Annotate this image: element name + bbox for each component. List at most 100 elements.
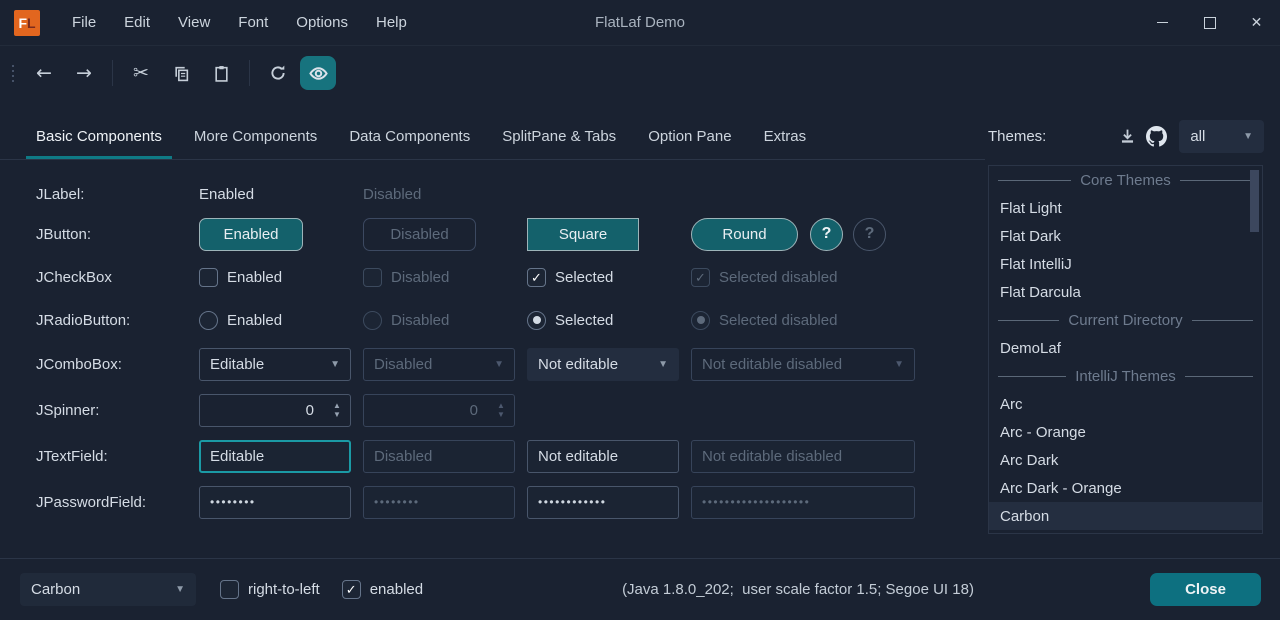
theme-item-arc-orange[interactable]: Arc - Orange (989, 418, 1262, 446)
enabled-checkbox[interactable]: enabled (342, 580, 423, 599)
jcheckbox-enabled[interactable]: Enabled (199, 268, 282, 287)
jcheckbox-selected[interactable]: Selected (527, 268, 613, 287)
menu-font[interactable]: Font (224, 0, 282, 45)
spinner-value: 0 (364, 395, 488, 426)
right-to-left-checkbox[interactable]: right-to-left (220, 580, 320, 599)
combo-value: Editable (210, 356, 264, 373)
spinner-down-icon[interactable]: ▼ (333, 411, 341, 419)
theme-item-carbon[interactable]: Carbon (989, 502, 1262, 530)
chevron-down-icon: ▼ (330, 359, 340, 370)
theme-filter-value: all (1190, 128, 1205, 145)
menu-edit[interactable]: Edit (110, 0, 164, 45)
theme-group-current-directory: Current Directory (989, 306, 1262, 334)
jtextfield-not-editable[interactable]: Not editable (527, 440, 679, 473)
jpasswordfield-disabled: •••••••• (363, 486, 515, 519)
row-label-jspinner: JSpinner: (36, 402, 199, 419)
download-themes-button[interactable] (1112, 121, 1141, 153)
row-label-jbutton: JButton: (36, 226, 199, 243)
jbutton-round[interactable]: Round (691, 218, 798, 251)
spinner-down-icon: ▼ (497, 411, 505, 419)
window-controls: ✕ (1139, 0, 1280, 45)
back-button[interactable]: ← (26, 56, 62, 90)
tab-splitpane-tabs[interactable]: SplitPane & Tabs (486, 113, 632, 159)
show-details-toggle[interactable] (300, 56, 336, 90)
question-mark-icon: ? (822, 225, 832, 243)
jcombobox-editable[interactable]: Editable ▼ (199, 348, 351, 381)
menu-view[interactable]: View (164, 0, 224, 45)
app-logo-icon: FL (14, 10, 40, 36)
jradiobutton-disabled: Disabled (363, 311, 449, 330)
spinner-up-icon[interactable]: ▲ (333, 402, 341, 410)
theme-item-arc-dark[interactable]: Arc Dark (989, 446, 1262, 474)
logo-letter-l: L (27, 15, 36, 31)
checkbox-label: Enabled (227, 269, 282, 286)
jbutton-square[interactable]: Square (527, 218, 639, 251)
tab-data-components[interactable]: Data Components (333, 113, 486, 159)
theme-item-flat-intellij[interactable]: Flat IntelliJ (989, 250, 1262, 278)
tab-option-pane[interactable]: Option Pane (632, 113, 747, 159)
radio-selected-icon (691, 311, 710, 330)
combo-value: Not editable disabled (702, 356, 842, 373)
theme-item-flat-dark[interactable]: Flat Dark (989, 222, 1262, 250)
theme-group-intellij-themes: IntelliJ Themes (989, 362, 1262, 390)
menu-file[interactable]: File (58, 0, 110, 45)
row-label-jtextfield: JTextField: (36, 448, 199, 465)
theme-select-combobox[interactable]: Carbon ▼ (20, 573, 196, 606)
theme-item-demolaf[interactable]: DemoLaf (989, 334, 1262, 362)
row-label-jpasswordfield: JPasswordField: (36, 494, 199, 511)
checkbox-checked-icon (691, 268, 710, 287)
combo-value: Disabled (374, 356, 432, 373)
paste-button[interactable] (203, 56, 239, 90)
theme-item-arc[interactable]: Arc (989, 390, 1262, 418)
toolbar-separator (249, 60, 250, 86)
radio-label: Selected (555, 312, 613, 329)
question-mark-icon: ? (865, 225, 875, 243)
theme-filter-combobox[interactable]: all ▼ (1179, 120, 1264, 153)
forward-arrow-icon: → (76, 62, 92, 84)
chevron-down-icon: ▼ (1243, 131, 1253, 142)
tab-basic-components[interactable]: Basic Components (20, 113, 178, 159)
theme-item-flat-darcula[interactable]: Flat Darcula (989, 278, 1262, 306)
close-button-titlebar[interactable]: ✕ (1233, 0, 1280, 45)
jcombobox-not-editable[interactable]: Not editable▼ (527, 348, 679, 381)
checkbox-label: Selected (555, 269, 613, 286)
paste-icon (213, 65, 230, 82)
minimize-button[interactable] (1139, 0, 1186, 45)
menu-help[interactable]: Help (362, 0, 421, 45)
help-button[interactable]: ? (810, 218, 843, 251)
github-button[interactable] (1142, 121, 1171, 153)
forward-button[interactable]: → (66, 56, 102, 90)
jcombobox-disabled: Disabled▼ (363, 348, 515, 381)
jbutton-enabled[interactable]: Enabled (199, 218, 303, 251)
theme-item-flat-light[interactable]: Flat Light (989, 194, 1262, 222)
jtextfield-disabled: Disabled (363, 440, 515, 473)
tab-more-components[interactable]: More Components (178, 113, 333, 159)
theme-group-core: Core Themes (989, 166, 1262, 194)
spinner-value[interactable]: 0 (200, 395, 324, 426)
copy-icon (173, 65, 190, 82)
jradiobutton-enabled[interactable]: Enabled (199, 311, 282, 330)
main-tabstrip: Basic Components More Components Data Co… (0, 113, 985, 160)
theme-select-value: Carbon (31, 581, 80, 598)
jradiobutton-selected[interactable]: Selected (527, 311, 613, 330)
theme-item-arc-dark-orange[interactable]: Arc Dark - Orange (989, 474, 1262, 502)
copy-button[interactable] (163, 56, 199, 90)
maximize-button[interactable] (1186, 0, 1233, 45)
toolbar-grip-handle[interactable] (12, 65, 14, 82)
refresh-button[interactable] (260, 56, 296, 90)
menu-options[interactable]: Options (282, 0, 362, 45)
jspinner-enabled[interactable]: 0 ▲▼ (199, 394, 351, 427)
tab-extras[interactable]: Extras (748, 113, 823, 159)
jtextfield-editable[interactable]: Editable (199, 440, 351, 473)
cut-button[interactable]: ✂ (123, 56, 159, 90)
checkbox-icon (199, 268, 218, 287)
close-button[interactable]: Close (1150, 573, 1261, 606)
jpasswordfield-not-editable[interactable]: •••••••••••• (527, 486, 679, 519)
scrollbar-thumb[interactable] (1250, 170, 1259, 232)
radio-selected-icon (527, 311, 546, 330)
spinner-up-icon: ▲ (497, 402, 505, 410)
radio-label: Enabled (227, 312, 282, 329)
jpasswordfield-editable[interactable]: •••••••• (199, 486, 351, 519)
checkbox-checked-icon (527, 268, 546, 287)
scissors-icon: ✂ (133, 62, 149, 84)
